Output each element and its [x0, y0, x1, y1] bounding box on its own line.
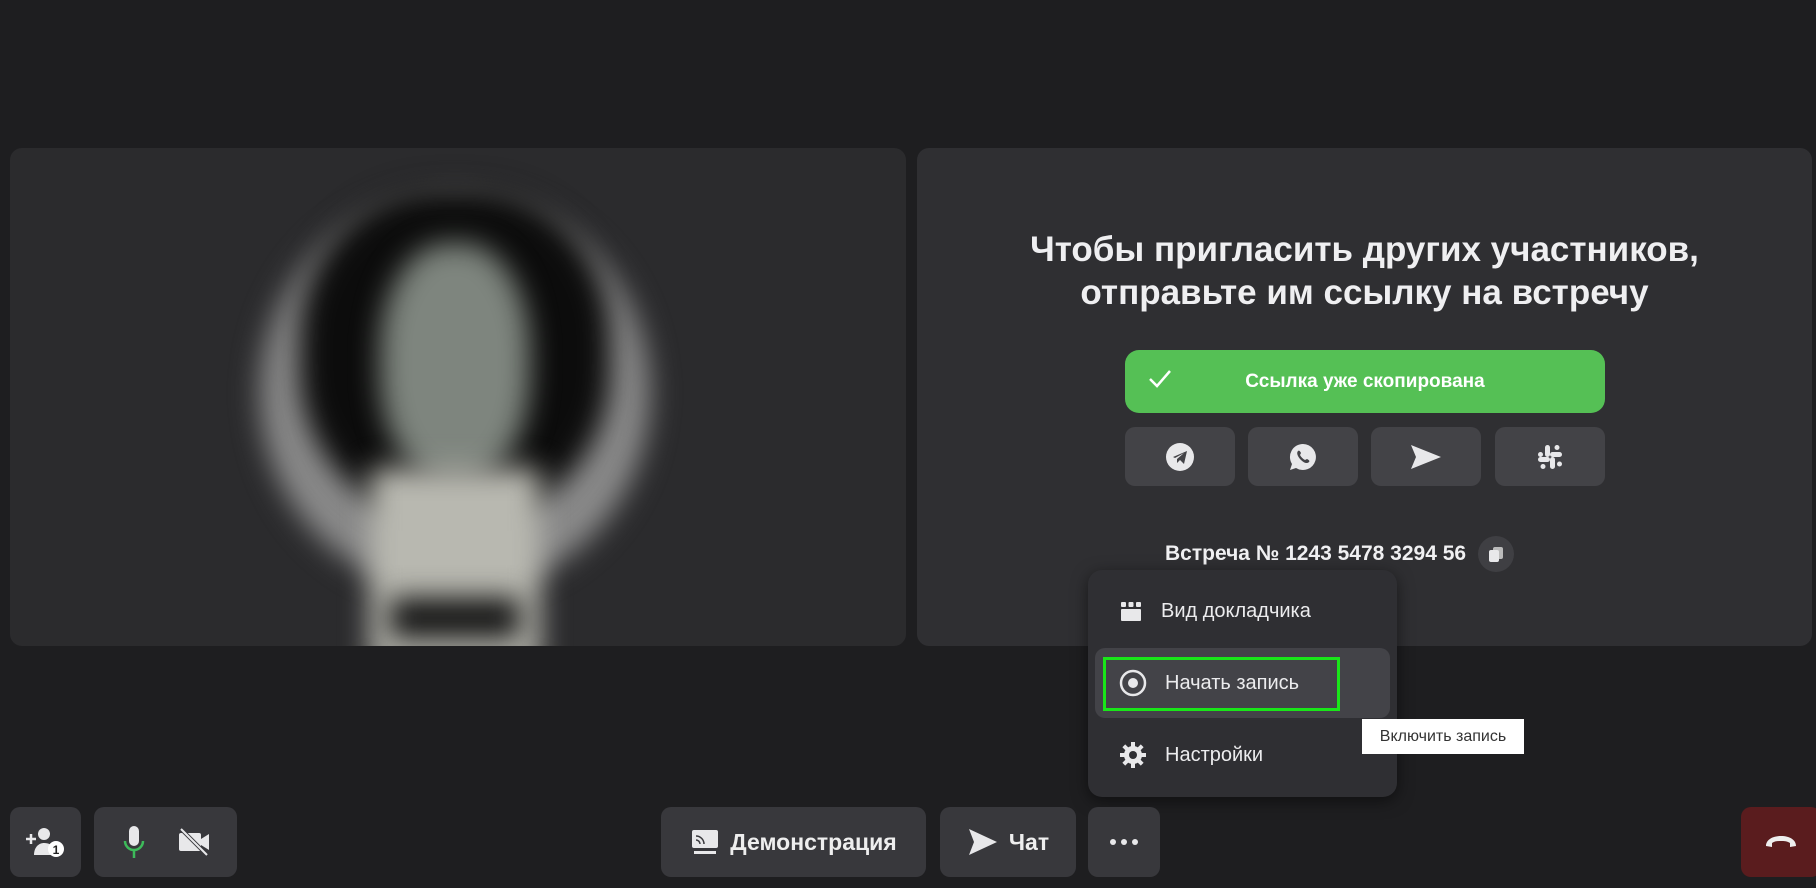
gear-icon: [1120, 742, 1146, 768]
meeting-number-text: Встреча № 1243 5478 3294 56: [1165, 542, 1467, 565]
menu-item-label: Вид докладчика: [1161, 599, 1311, 622]
menu-item-label: Настройки: [1165, 743, 1264, 766]
copy-link-button[interactable]: Ссылка уже скопирована: [1125, 350, 1605, 413]
share-whatsapp-button[interactable]: [1248, 427, 1358, 486]
send-icon: [1411, 444, 1441, 469]
screen-share-label: Демонстрация: [730, 828, 897, 855]
share-send-button[interactable]: [1371, 427, 1481, 486]
check-icon: [1149, 370, 1171, 388]
whatsapp-icon: [1289, 443, 1316, 470]
more-icon: [1110, 839, 1138, 845]
invite-heading: Чтобы пригласить других участников, отпр…: [917, 228, 1812, 314]
heading-line-1: Чтобы пригласить других участников,: [1030, 230, 1699, 269]
screen-share-icon: [692, 830, 719, 854]
media-controls: [94, 807, 237, 877]
slack-icon: [1538, 444, 1562, 469]
share-slack-button[interactable]: [1495, 427, 1605, 486]
chat-button[interactable]: Чат: [940, 807, 1076, 877]
chat-send-icon: [968, 829, 997, 855]
add-user-icon: 1: [25, 828, 64, 857]
phone-hangup-icon: [1766, 836, 1796, 847]
camera-off-icon[interactable]: [177, 827, 211, 857]
menu-item-settings[interactable]: Настройки: [1095, 720, 1390, 790]
menu-item-speaker-view[interactable]: Вид докладчика: [1095, 576, 1390, 646]
screen-share-button[interactable]: Демонстрация: [661, 807, 926, 877]
tooltip: Включить запись: [1362, 719, 1524, 754]
heading-line-2: отправьте им ссылку на встречу: [1080, 273, 1649, 312]
copy-link-label: Ссылка уже скопирована: [1245, 370, 1485, 392]
participants-count: 1: [52, 843, 59, 857]
meeting-number: Встреча № 1243 5478 3294 56: [1165, 536, 1515, 572]
speaker-view-icon: [1121, 602, 1141, 621]
copy-meeting-number-button[interactable]: [1478, 536, 1515, 572]
highlight-outline: [1103, 657, 1340, 711]
chat-label: Чат: [1008, 828, 1050, 855]
microphone-icon[interactable]: [121, 824, 147, 860]
telegram-icon: [1166, 442, 1194, 471]
more-button[interactable]: [1088, 807, 1160, 877]
add-participant-button[interactable]: 1: [10, 807, 81, 877]
copy-icon: [1489, 547, 1504, 562]
hang-up-button[interactable]: [1741, 807, 1816, 877]
self-video-tile: [10, 148, 906, 646]
share-telegram-button[interactable]: [1125, 427, 1235, 486]
